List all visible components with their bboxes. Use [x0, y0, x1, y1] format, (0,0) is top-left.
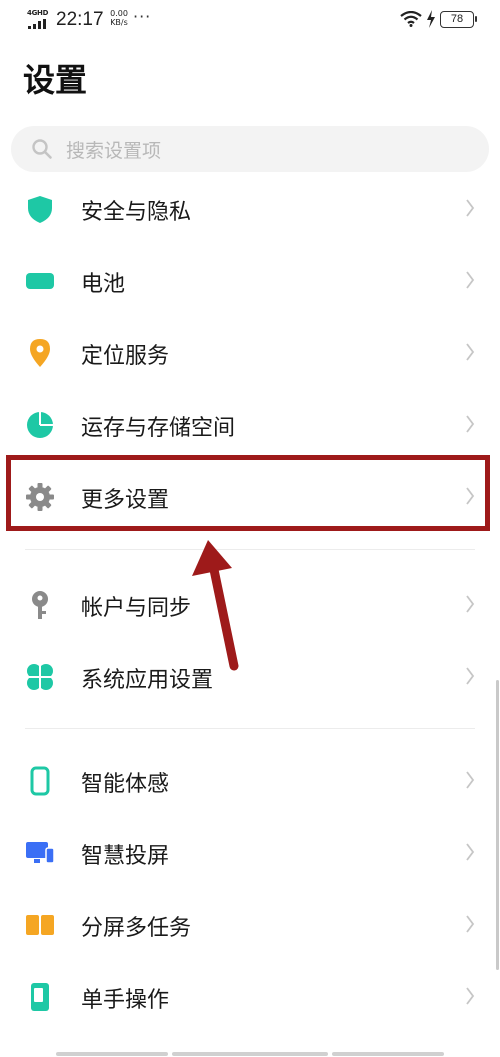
nav-segment: [332, 1052, 444, 1056]
more-notifications-icon: ···: [133, 7, 152, 26]
status-bar: 4GHD 22:17 0.00 KB/s ··· 78: [0, 0, 500, 40]
section-divider: [25, 549, 475, 550]
network-type: 4GHD: [27, 9, 49, 17]
nav-segment: [172, 1052, 328, 1056]
split-screen-icon: [26, 915, 54, 935]
settings-item-security-privacy[interactable]: 安全与隐私: [0, 172, 500, 244]
settings-item-battery[interactable]: 电池: [0, 244, 500, 316]
clock: 22:17: [56, 9, 104, 30]
chevron-right-icon: [466, 843, 475, 861]
settings-item-location[interactable]: 定位服务: [0, 316, 500, 388]
settings-item-screen-cast[interactable]: 智慧投屏: [0, 816, 500, 888]
chevron-right-icon: [466, 415, 475, 433]
location-pin-icon: [30, 339, 50, 367]
settings-item-storage[interactable]: 运存与存储空间: [0, 388, 500, 460]
key-icon: [32, 591, 48, 619]
section-divider: [25, 728, 475, 729]
battery-icon: [26, 273, 54, 289]
speed-value: 0.00: [110, 9, 128, 18]
settings-item-one-hand[interactable]: 单手操作: [0, 960, 500, 1032]
clover-icon: [27, 664, 53, 690]
nav-segment: [56, 1052, 168, 1056]
settings-item-label: 电池: [81, 272, 126, 297]
settings-item-split-screen[interactable]: 分屏多任务: [0, 888, 500, 960]
chevron-right-icon: [466, 915, 475, 933]
battery-indicator: 78: [440, 11, 477, 28]
chevron-right-icon: [466, 667, 475, 685]
search-placeholder: 搜索设置项: [66, 140, 162, 162]
annotation-arrow-icon: [192, 540, 239, 671]
settings-item-system-apps[interactable]: 系统应用设置: [0, 640, 500, 712]
settings-item-label: 帐户与同步: [81, 596, 192, 621]
settings-item-label: 智能体感: [81, 772, 170, 797]
chevron-right-icon: [466, 271, 475, 289]
gesture-bar: [0, 1050, 500, 1057]
settings-item-label: 分屏多任务: [81, 916, 192, 941]
wifi-icon: [400, 11, 422, 27]
speed-unit: KB/s: [110, 18, 128, 27]
pie-chart-icon: [27, 412, 53, 438]
settings-item-label: 运存与存储空间: [81, 416, 236, 441]
settings-item-label: 单手操作: [81, 988, 170, 1013]
page-title: 设置: [23, 61, 88, 99]
scrollbar[interactable]: [496, 680, 499, 970]
cellular-signal-icon: 4GHD: [27, 9, 49, 29]
network-speed: 0.00 KB/s: [108, 9, 130, 27]
settings-item-label: 定位服务: [81, 344, 170, 369]
annotation-highlight-box: [6, 455, 490, 531]
charging-bolt-icon: [427, 10, 435, 28]
chevron-right-icon: [466, 199, 475, 217]
settings-item-smart-motion[interactable]: 智能体感: [0, 744, 500, 816]
shield-icon: [28, 196, 52, 223]
chevron-right-icon: [466, 595, 475, 613]
search-input[interactable]: 搜索设置项: [11, 126, 489, 172]
chevron-right-icon: [466, 987, 475, 1005]
settings-item-label: 安全与隐私: [81, 200, 192, 225]
settings-item-accounts-sync[interactable]: 帐户与同步: [0, 568, 500, 640]
phone-outline-icon: [30, 766, 50, 796]
chevron-right-icon: [466, 771, 475, 789]
search-icon: [32, 139, 52, 159]
screen-cast-icon: [26, 842, 55, 864]
one-hand-icon: [31, 983, 49, 1011]
settings-item-label: 智慧投屏: [81, 844, 170, 869]
chevron-right-icon: [466, 343, 475, 361]
